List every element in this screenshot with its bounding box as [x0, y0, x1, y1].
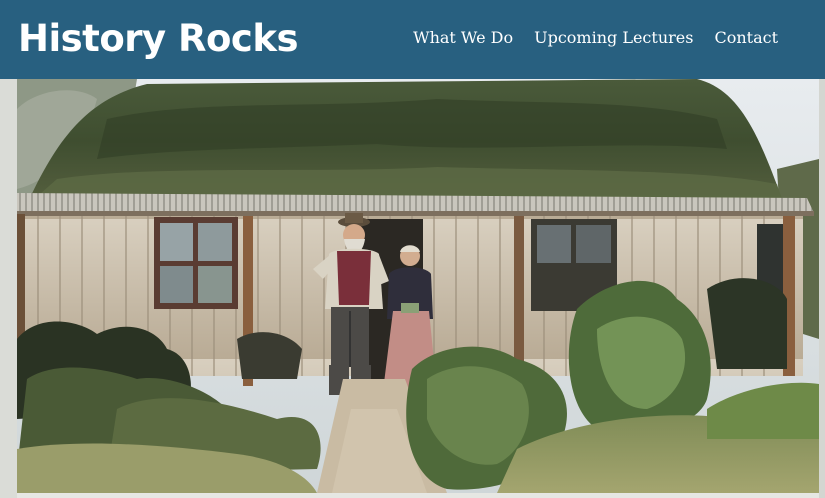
page-margin-left — [0, 79, 17, 498]
site-header: History Rocks What We Do Upcoming Lectur… — [0, 0, 825, 79]
site-logo-title[interactable]: History Rocks — [18, 14, 299, 64]
nav-link-upcoming-lectures[interactable]: Upcoming Lectures — [534, 27, 693, 49]
nav-link-contact[interactable]: Contact — [714, 27, 778, 49]
hero-photo-illustration — [17, 79, 819, 493]
hero-bottom-border — [17, 493, 819, 498]
hero-image — [17, 79, 819, 493]
nav-link-what-we-do[interactable]: What We Do — [413, 27, 513, 49]
page-margin-right — [819, 79, 825, 498]
main-nav: What We Do Upcoming Lectures Contact — [392, 27, 778, 49]
